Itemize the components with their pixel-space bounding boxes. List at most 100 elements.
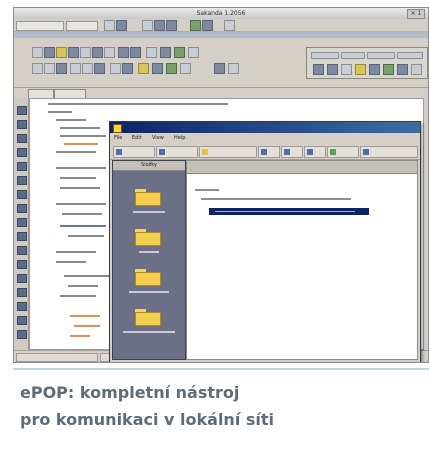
- style-combo[interactable]: [367, 52, 395, 59]
- find-icon[interactable]: [146, 47, 157, 58]
- code-line: [70, 315, 100, 317]
- caption-line-2: pro komunikaci v lokální síti: [20, 410, 275, 429]
- tool-icon[interactable]: [17, 288, 27, 297]
- code-line: [62, 213, 102, 215]
- code-line: [74, 325, 100, 327]
- align-right-icon[interactable]: [94, 63, 105, 74]
- tool-icon[interactable]: [17, 260, 27, 269]
- tool-icon[interactable]: [17, 218, 27, 227]
- color-icon[interactable]: [166, 63, 177, 74]
- window-icon[interactable]: [228, 63, 239, 74]
- save-all-icon[interactable]: [68, 47, 79, 58]
- nav-combo[interactable]: [66, 21, 98, 31]
- address-combo[interactable]: [16, 21, 64, 31]
- page-icon[interactable]: [104, 20, 115, 31]
- cut-icon[interactable]: [80, 47, 91, 58]
- message-tree[interactable]: [186, 160, 418, 360]
- tool-icon[interactable]: [17, 106, 27, 115]
- bold-icon[interactable]: [32, 63, 43, 74]
- class-combo[interactable]: [397, 52, 423, 59]
- new-icon[interactable]: [32, 47, 43, 58]
- script-icon[interactable]: [411, 64, 422, 75]
- folder-pane-header: Složky: [113, 161, 185, 171]
- form-icon[interactable]: [369, 64, 380, 75]
- frame-icon[interactable]: [397, 64, 408, 75]
- comment-icon[interactable]: [327, 64, 338, 75]
- replace-icon[interactable]: [160, 47, 171, 58]
- tool-icon[interactable]: [17, 316, 27, 325]
- code-line: [60, 295, 96, 297]
- align-left-icon[interactable]: [70, 63, 81, 74]
- tool-icon[interactable]: [17, 120, 27, 129]
- tree-node[interactable]: [195, 189, 219, 191]
- forward-icon[interactable]: [166, 20, 177, 31]
- epop-folder-button[interactable]: [199, 146, 257, 158]
- epop-folder-pane: Složky: [112, 160, 186, 360]
- window-close-button[interactable]: × 1: [407, 9, 425, 19]
- tool-icon[interactable]: [17, 330, 27, 339]
- redo-icon[interactable]: [130, 47, 141, 58]
- list-icon[interactable]: [110, 63, 121, 74]
- epop-menu-file[interactable]: File: [114, 134, 122, 142]
- tool-icon[interactable]: [17, 246, 27, 255]
- tool-icon[interactable]: [17, 176, 27, 185]
- tree-node[interactable]: [201, 198, 351, 200]
- tree-node-selected[interactable]: [209, 208, 369, 215]
- indent-icon[interactable]: [188, 47, 199, 58]
- status-panel: [16, 353, 98, 362]
- folder-icon[interactable]: [135, 189, 161, 207]
- image-icon[interactable]: [138, 63, 149, 74]
- play-icon[interactable]: [190, 20, 201, 31]
- epop-reply-button[interactable]: [156, 146, 198, 158]
- print-icon[interactable]: [142, 20, 153, 31]
- stop-icon[interactable]: [202, 20, 213, 31]
- tool-icon[interactable]: [17, 232, 27, 241]
- tool-icon[interactable]: [17, 302, 27, 311]
- code-line: [56, 203, 106, 205]
- run-icon[interactable]: [174, 47, 185, 58]
- open-icon[interactable]: [44, 47, 55, 58]
- size-combo[interactable]: [341, 52, 365, 59]
- folder-icon[interactable]: [135, 269, 161, 287]
- epop-options-button[interactable]: [360, 146, 418, 158]
- font-combo[interactable]: [311, 52, 339, 59]
- code-line: [60, 225, 106, 227]
- align-center-icon[interactable]: [82, 63, 93, 74]
- epop-delete-button[interactable]: [281, 146, 303, 158]
- epop-window: File Edit View Help Složky: [109, 121, 421, 362]
- tag-icon[interactable]: [313, 64, 324, 75]
- tool-icon[interactable]: [17, 162, 27, 171]
- epop-menu-help[interactable]: Help: [174, 134, 185, 142]
- folder-icon[interactable]: [135, 309, 161, 327]
- epop-new-message-button[interactable]: [113, 146, 155, 158]
- help-icon[interactable]: [224, 20, 235, 31]
- settings-icon[interactable]: [214, 63, 225, 74]
- italic-icon[interactable]: [44, 63, 55, 74]
- epop-print-button[interactable]: [304, 146, 326, 158]
- table-icon[interactable]: [152, 63, 163, 74]
- undo-icon[interactable]: [118, 47, 129, 58]
- code-line: [64, 275, 114, 277]
- main-toolbar: [14, 39, 428, 88]
- copy-icon[interactable]: [92, 47, 103, 58]
- validate-icon[interactable]: [383, 64, 394, 75]
- folder-icon[interactable]: [56, 47, 67, 58]
- tool-icon[interactable]: [17, 274, 27, 283]
- back-icon[interactable]: [154, 20, 165, 31]
- preview-icon[interactable]: [180, 63, 191, 74]
- anchor-icon[interactable]: [341, 64, 352, 75]
- tool-icon[interactable]: [17, 148, 27, 157]
- tool-icon[interactable]: [17, 204, 27, 213]
- folder-icon[interactable]: [135, 229, 161, 247]
- save-icon[interactable]: [116, 20, 127, 31]
- epop-users-button[interactable]: [327, 146, 359, 158]
- epop-menu-edit[interactable]: Edit: [132, 134, 142, 142]
- epop-send-button[interactable]: [258, 146, 280, 158]
- underline-icon[interactable]: [56, 63, 67, 74]
- tool-icon[interactable]: [17, 134, 27, 143]
- bookmark-icon[interactable]: [355, 64, 366, 75]
- link-icon[interactable]: [122, 63, 133, 74]
- epop-menu-view[interactable]: View: [152, 134, 164, 142]
- tool-icon[interactable]: [17, 190, 27, 199]
- paste-icon[interactable]: [104, 47, 115, 58]
